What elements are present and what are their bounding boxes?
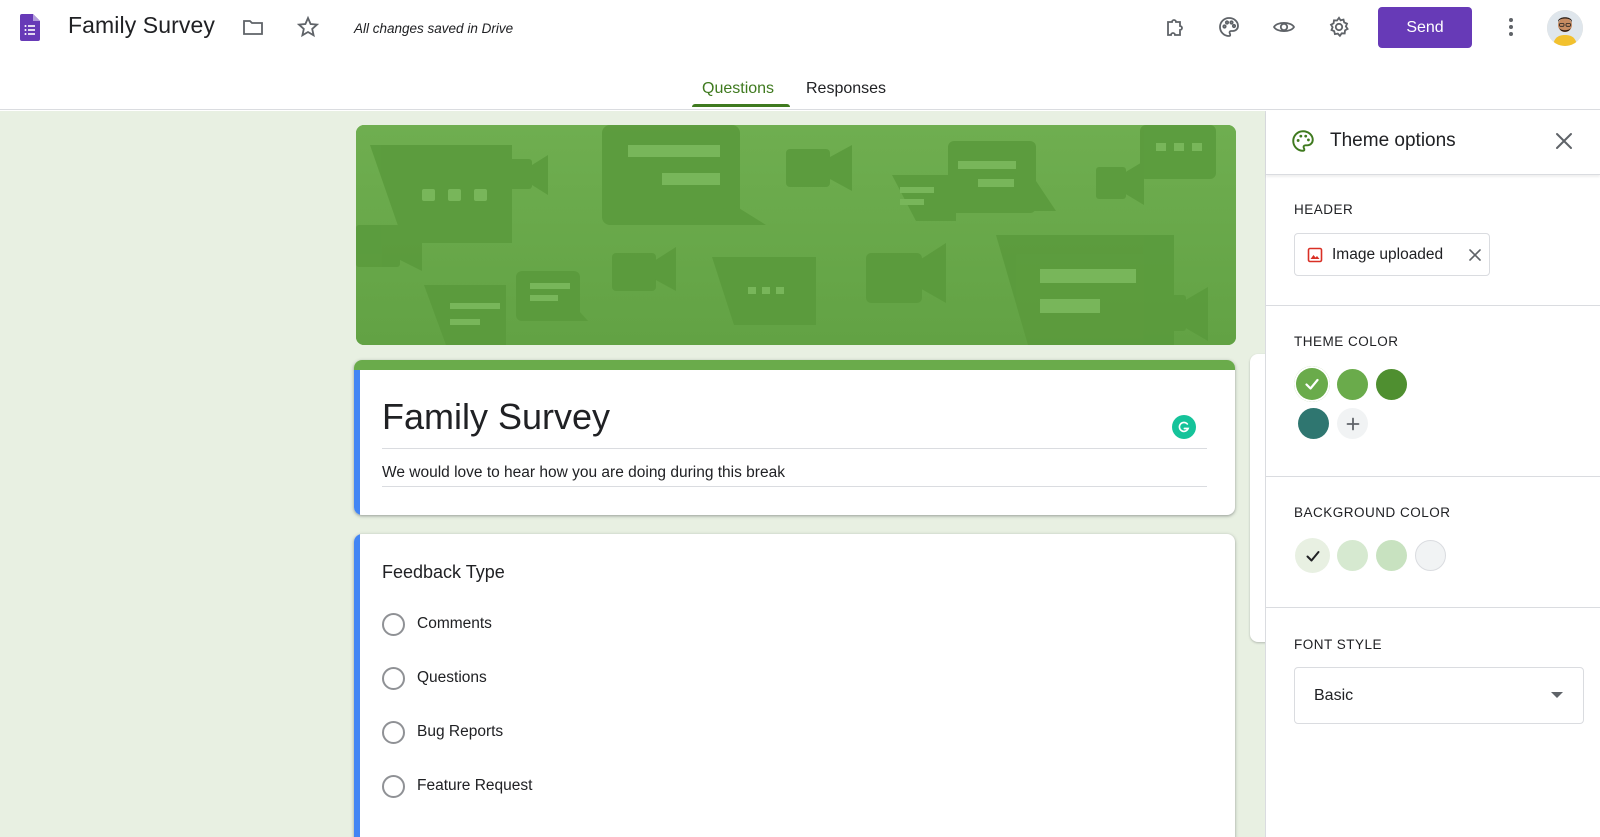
option-label: Comments bbox=[417, 615, 492, 632]
active-tab-indicator bbox=[692, 104, 790, 107]
panel-title: Theme options bbox=[1330, 130, 1456, 151]
question-card-indicator bbox=[354, 534, 360, 837]
check-icon bbox=[1305, 378, 1319, 390]
header-label: HEADER bbox=[1294, 202, 1354, 217]
check-icon bbox=[1306, 550, 1319, 561]
option-comments[interactable]: Comments bbox=[382, 612, 492, 636]
radio-button[interactable] bbox=[382, 774, 405, 798]
font-style-label: FONT STYLE bbox=[1294, 637, 1383, 652]
star-icon[interactable] bbox=[294, 13, 322, 41]
question-card[interactable]: Feedback Type Comments Questions Bug Rep… bbox=[354, 534, 1235, 837]
active-card-indicator bbox=[354, 370, 360, 515]
form-title[interactable]: Family Survey bbox=[382, 396, 610, 438]
option-label: Feature Request bbox=[417, 777, 533, 794]
image-icon bbox=[1307, 247, 1323, 263]
theme-options-panel: Theme options HEADER Image uploaded THEM… bbox=[1265, 111, 1600, 837]
radio-button[interactable] bbox=[382, 612, 405, 636]
doc-title[interactable]: Family Survey bbox=[68, 12, 215, 39]
background-color-swatch-selected[interactable] bbox=[1295, 538, 1330, 573]
chevron-down-icon bbox=[1551, 692, 1563, 698]
folder-icon[interactable] bbox=[239, 13, 267, 41]
description-underline bbox=[382, 486, 1207, 487]
theme-color-swatch[interactable] bbox=[1298, 408, 1329, 439]
radio-button[interactable] bbox=[382, 666, 405, 690]
option-questions[interactable]: Questions bbox=[382, 666, 487, 690]
title-card-accent bbox=[354, 360, 1235, 370]
panel-header: Theme options bbox=[1266, 111, 1600, 175]
form-canvas: Family Survey We would love to hear how … bbox=[0, 111, 1265, 837]
tab-bar: Questions Responses bbox=[0, 56, 1600, 110]
palette-icon bbox=[1292, 130, 1314, 152]
preview-eye-icon[interactable] bbox=[1270, 13, 1298, 41]
theme-color-swatch[interactable] bbox=[1376, 369, 1407, 400]
background-color-swatch[interactable] bbox=[1337, 540, 1368, 571]
question-title[interactable]: Feedback Type bbox=[382, 562, 505, 583]
forms-logo-icon[interactable] bbox=[20, 14, 40, 41]
addon-puzzle-icon[interactable] bbox=[1161, 13, 1189, 41]
close-icon[interactable] bbox=[1550, 127, 1578, 155]
plus-icon bbox=[1346, 417, 1359, 430]
chip-label: Image uploaded bbox=[1332, 246, 1444, 263]
theme-color-label: THEME COLOR bbox=[1294, 334, 1399, 349]
save-status: All changes saved in Drive bbox=[354, 21, 514, 36]
add-custom-color-button[interactable] bbox=[1337, 408, 1368, 439]
option-bug-reports[interactable]: Bug Reports bbox=[382, 720, 503, 744]
palette-icon[interactable] bbox=[1215, 13, 1243, 41]
send-button[interactable]: Send bbox=[1378, 7, 1472, 48]
more-vert-icon[interactable] bbox=[1497, 13, 1525, 41]
font-style-select[interactable]: Basic bbox=[1294, 667, 1584, 724]
background-color-swatch[interactable] bbox=[1415, 540, 1446, 571]
title-underline bbox=[382, 448, 1207, 449]
option-label: Questions bbox=[417, 669, 487, 686]
background-color-swatch[interactable] bbox=[1376, 540, 1407, 571]
settings-gear-icon[interactable] bbox=[1325, 13, 1353, 41]
tab-responses[interactable]: Responses bbox=[806, 80, 886, 98]
remove-icon[interactable] bbox=[1467, 247, 1483, 263]
option-label: Bug Reports bbox=[417, 723, 504, 740]
form-description[interactable]: We would love to hear how you are doing … bbox=[382, 464, 785, 482]
grammarly-icon[interactable] bbox=[1172, 415, 1196, 439]
radio-button[interactable] bbox=[382, 720, 405, 744]
header-image bbox=[356, 125, 1236, 345]
header-image-chip[interactable]: Image uploaded bbox=[1294, 233, 1490, 276]
form-title-card[interactable]: Family Survey We would love to hear how … bbox=[354, 360, 1235, 515]
background-color-label: BACKGROUND COLOR bbox=[1294, 505, 1451, 520]
option-feature-request[interactable]: Feature Request bbox=[382, 774, 532, 798]
avatar[interactable] bbox=[1547, 10, 1583, 46]
top-bar: Family Survey All changes saved in Drive… bbox=[0, 0, 1600, 56]
font-style-value: Basic bbox=[1314, 687, 1354, 704]
tab-questions[interactable]: Questions bbox=[702, 80, 774, 98]
theme-color-swatch[interactable] bbox=[1337, 369, 1368, 400]
theme-color-swatch-selected[interactable] bbox=[1294, 366, 1330, 402]
